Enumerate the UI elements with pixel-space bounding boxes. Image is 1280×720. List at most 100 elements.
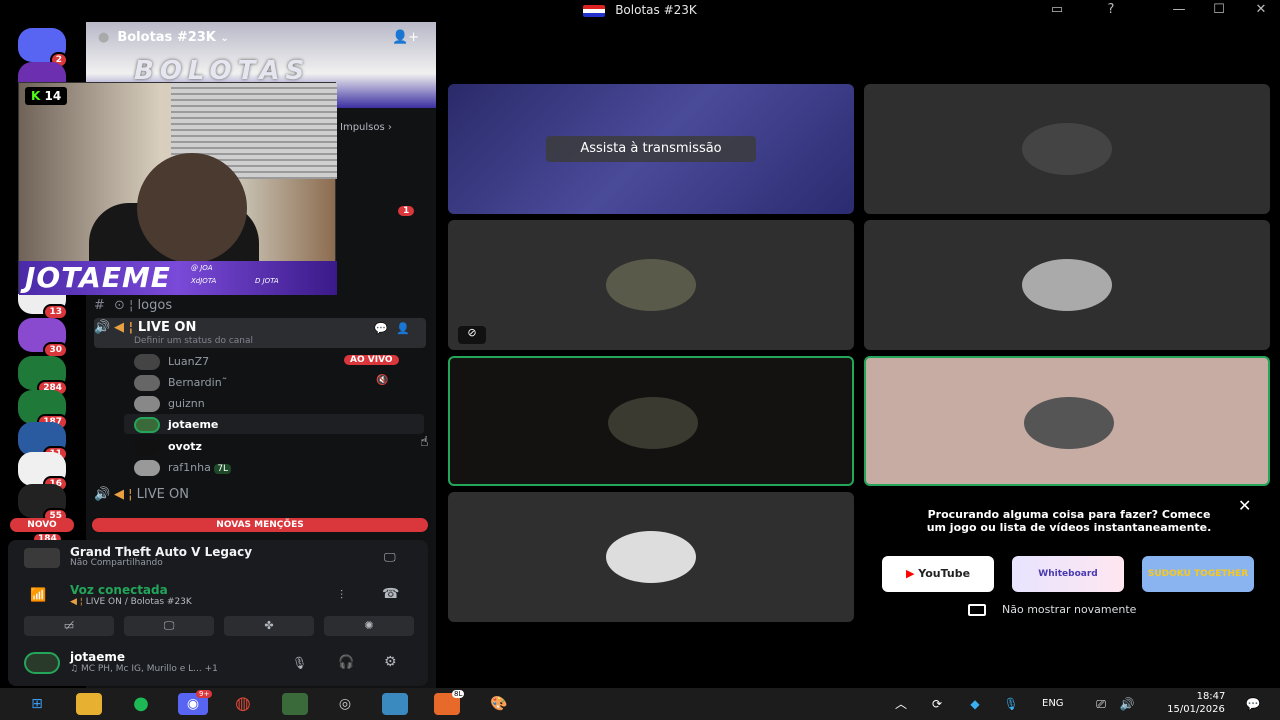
windows-taskbar: ⊞ ● ◉ 9+ ◍ ◎ 8L 🎨 ︿ ⟳ ◆ 🎙 ENG ⎚ 🔊 18:47 … xyxy=(0,688,1280,720)
person-head xyxy=(137,153,247,263)
sudoku-activity-button[interactable]: SUDOKU TOGETHER xyxy=(1142,556,1254,592)
noise-suppression-icon[interactable]: ⫶ xyxy=(340,588,343,603)
server-icon[interactable]: 187 xyxy=(18,390,68,430)
minimize-button[interactable]: — xyxy=(1168,2,1190,20)
settings-gear-icon[interactable]: ⚙ xyxy=(384,654,397,670)
headphones-icon[interactable]: 🎧 xyxy=(338,655,354,670)
dont-show-checkbox[interactable] xyxy=(968,604,986,616)
window-title: Bolotas #23K xyxy=(0,3,1280,17)
obs-icon[interactable]: ◎ xyxy=(332,693,358,715)
start-icon[interactable]: ⊞ xyxy=(24,693,50,715)
app-badge: 8L xyxy=(452,690,465,698)
help-icon[interactable]: ? xyxy=(1100,2,1122,20)
close-icon[interactable]: ✕ xyxy=(1238,496,1251,515)
participant-tile[interactable]: ⊘ xyxy=(448,220,854,350)
app-icon[interactable] xyxy=(382,693,408,715)
screen-share-icon[interactable]: 🖵 xyxy=(384,550,396,565)
mic-tray-icon[interactable]: 🎙 xyxy=(998,693,1024,715)
channel-logos[interactable]: # ⊙ ¦ logos xyxy=(94,298,426,313)
dont-show-label: Não mostrar novamente xyxy=(1002,603,1137,616)
hash-icon: # xyxy=(94,298,105,313)
muted-deafened-icon: 🔇 xyxy=(376,375,389,386)
whiteboard-activity-button[interactable]: Whiteboard xyxy=(1012,556,1124,592)
app-tray-icon[interactable]: ◆ xyxy=(962,693,988,715)
participant-tile[interactable] xyxy=(448,492,854,622)
server-icon[interactable]: 30 xyxy=(18,318,68,358)
voice-member[interactable]: guiznn xyxy=(134,396,205,412)
activity-prompt: Procurando alguma coisa para fazer? Come… xyxy=(926,508,1212,534)
avatar[interactable] xyxy=(24,652,60,674)
username: jotaeme xyxy=(70,650,125,664)
server-name[interactable]: ● Bolotas #23K ⌄ xyxy=(98,30,229,45)
participant-tile-speaking[interactable] xyxy=(448,356,854,486)
unread-badge: 1 xyxy=(398,206,415,216)
tray-overflow-icon[interactable]: ︿ xyxy=(888,693,914,715)
voice-member-self[interactable]: jotaeme xyxy=(134,417,218,433)
participant-avatar xyxy=(608,397,698,449)
participant-tile-speaking[interactable] xyxy=(864,356,1270,486)
file-explorer-icon[interactable] xyxy=(76,693,102,715)
handle-text: @ JOA xyxy=(191,264,213,272)
connection-signal-icon: 📶 xyxy=(30,588,47,603)
participant-tile[interactable] xyxy=(864,84,1270,214)
sync-icon[interactable]: ⟳ xyxy=(924,693,950,715)
stream-camera-overlay: K 14 JOTAEME @ JOA XdJOTA D JOTA xyxy=(18,82,337,295)
voice-member[interactable]: raf1nha 7L xyxy=(134,460,232,476)
croatia-flag-icon xyxy=(583,4,606,17)
notifications-icon[interactable]: 💬 xyxy=(1240,693,1266,715)
clock-time[interactable]: 18:47 xyxy=(1186,691,1236,702)
chat-icon[interactable]: 💬 xyxy=(374,322,388,335)
new-unreads-pill[interactable]: NOVO xyxy=(10,518,74,532)
invite-icon[interactable]: 👤+ xyxy=(392,30,419,45)
camera-off-button[interactable]: ▭̸ xyxy=(24,616,114,636)
user-activity-status: ♫ MC PH, Mc IG, Murillo e L... +1 xyxy=(70,664,218,674)
handle-text: XdJOTA xyxy=(191,277,217,285)
title-bar: Bolotas #23K ▭ ? — ☐ ✕ xyxy=(0,0,1280,22)
soundboard-button[interactable]: ✺ xyxy=(324,616,414,636)
gta-icon[interactable] xyxy=(282,693,308,715)
activities-button[interactable]: ✤ xyxy=(224,616,314,636)
channel-live-on-2[interactable]: 🔊 ◀ ¦ LIVE ON xyxy=(94,487,426,502)
participant-avatar xyxy=(1024,397,1114,449)
spotify-icon[interactable]: ● xyxy=(128,693,154,715)
screen-share-button[interactable]: 🖵 xyxy=(124,616,214,636)
participant-tile[interactable] xyxy=(864,220,1270,350)
chrome-icon[interactable]: ◍ xyxy=(230,693,256,715)
voice-member[interactable]: ovotz xyxy=(134,439,202,455)
live-badge: AO VIVO xyxy=(344,355,399,365)
game-title: Grand Theft Auto V Legacy xyxy=(70,545,253,559)
boosts-link[interactable]: Impulsos › xyxy=(340,122,392,133)
game-icon xyxy=(24,548,60,568)
boost-badge: 7L xyxy=(214,464,232,474)
language-indicator[interactable]: ENG xyxy=(1042,698,1064,709)
game-share-status: Não Compartilhando xyxy=(70,558,163,568)
channel-status-hint[interactable]: Definir um status do canal xyxy=(134,336,253,346)
voice-channel-path[interactable]: ◀ ¦ LIVE ON / Bolotas #23K xyxy=(70,597,192,607)
speaker-icon: 🔊 xyxy=(94,320,111,335)
stream-hidden-icon: ⊘ xyxy=(458,326,486,344)
server-icon[interactable]: 16 xyxy=(18,452,68,492)
inbox-icon[interactable]: ▭ xyxy=(1046,2,1068,20)
voice-member[interactable]: LuanZ7 xyxy=(134,354,209,370)
clock-date[interactable]: 15/01/2026 xyxy=(1156,704,1236,715)
close-button[interactable]: ✕ xyxy=(1250,2,1272,20)
mic-icon[interactable]: 🎙 xyxy=(292,656,307,670)
maximize-button[interactable]: ☐ xyxy=(1208,2,1230,20)
youtube-activity-button[interactable]: ▶ YouTube xyxy=(882,556,994,592)
participant-avatar xyxy=(1022,259,1112,311)
server-icon[interactable]: 11 xyxy=(18,422,68,462)
dm-home-button[interactable]: 2 xyxy=(18,28,68,68)
volume-icon[interactable]: 🔊 xyxy=(1114,693,1140,715)
voice-connected-status[interactable]: Voz conectada xyxy=(70,583,168,597)
new-mentions-bar[interactable]: NOVAS MENÇÕES xyxy=(92,518,428,532)
server-icon[interactable]: 55 xyxy=(18,484,68,524)
network-icon[interactable]: ⎚ xyxy=(1088,693,1114,715)
invite-icon[interactable]: 👤 xyxy=(396,322,410,335)
server-icon[interactable]: 284 xyxy=(18,356,68,396)
paint-icon[interactable]: 🎨 xyxy=(486,693,512,715)
speaker-icon: 🔊 xyxy=(94,487,111,502)
disconnect-icon[interactable]: ☎ xyxy=(382,586,399,602)
watch-stream-button[interactable]: Assista à transmissão xyxy=(546,136,756,162)
streamer-name: JOTAEME xyxy=(25,261,171,294)
voice-member[interactable]: Bernardin˜ xyxy=(134,375,227,391)
